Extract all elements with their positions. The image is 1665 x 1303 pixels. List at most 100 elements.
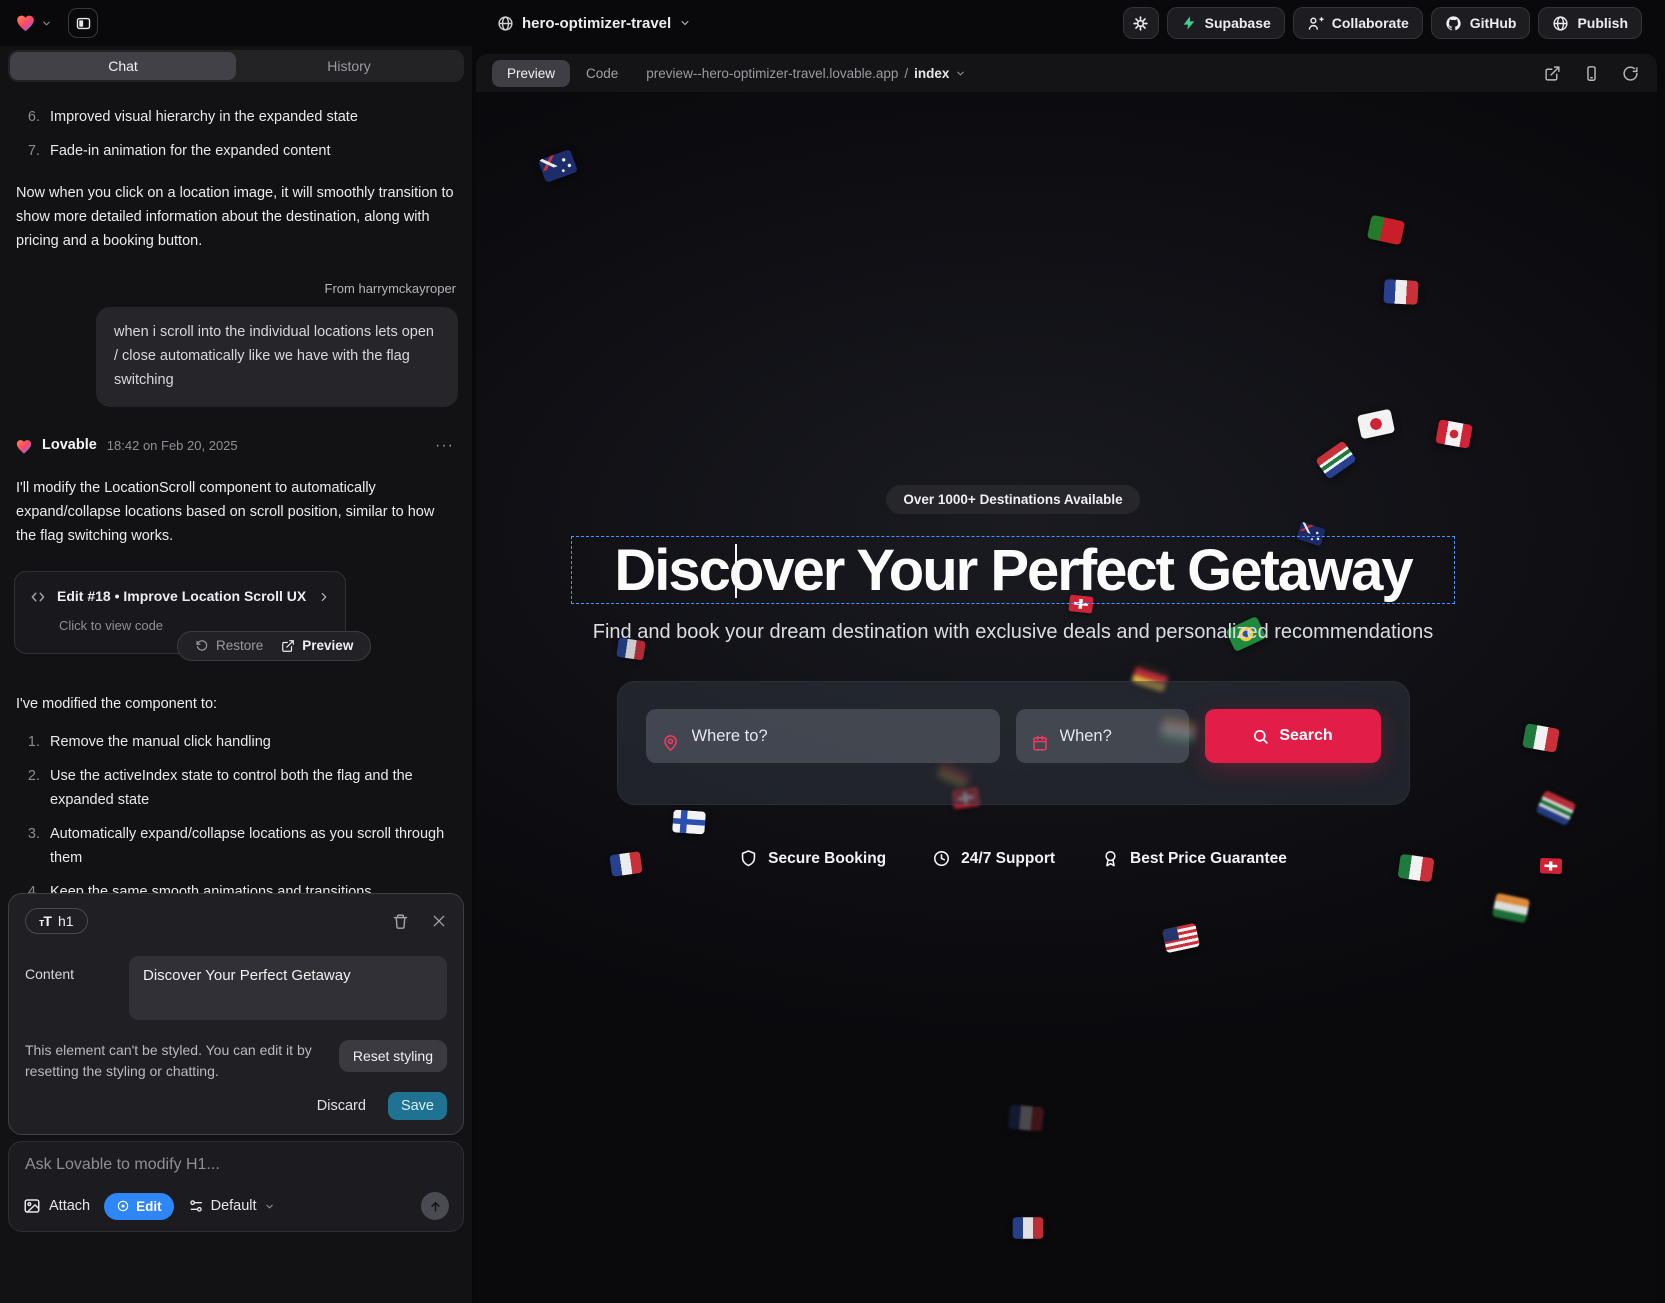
lovable-heart-icon: [14, 12, 37, 34]
flag-ch-icon: [1540, 858, 1563, 874]
top-bar-actions: Supabase Collaborate GitHub Publish: [1123, 7, 1642, 39]
assistant-header: Lovable 18:42 on Feb 20, 2025 ···: [14, 433, 458, 459]
assistant-paragraph: Now when you click on a location image, …: [16, 182, 456, 254]
list-item: 1.Remove the manual click handling: [22, 731, 458, 755]
chat-transcript: 6. Improved visual hierarchy in the expa…: [0, 86, 472, 936]
preview-url[interactable]: preview--hero-optimizer-travel.lovable.a…: [646, 66, 966, 81]
flag-fr-icon: [1008, 1105, 1044, 1132]
element-tag-pill[interactable]: тT h1: [25, 908, 88, 934]
close-editor-button[interactable]: [431, 913, 447, 930]
flag-mx-icon: [1397, 854, 1434, 882]
assistant-name: Lovable: [42, 434, 97, 458]
where-to-input[interactable]: [646, 709, 1000, 763]
destinations-badge: Over 1000+ Destinations Available: [886, 485, 1139, 514]
flag-fr-icon: [609, 851, 642, 877]
award-icon: [1101, 849, 1120, 868]
chevron-down-icon: [679, 17, 691, 29]
message-menu-button[interactable]: ···: [431, 433, 458, 459]
assistant-paragraph: I'll modify the LocationScroll component…: [16, 477, 456, 549]
collaborate-button[interactable]: Collaborate: [1293, 7, 1423, 39]
shield-icon: [739, 849, 758, 868]
clock-icon: [932, 849, 951, 868]
map-pin-icon: [661, 734, 680, 753]
target-icon: [116, 1199, 130, 1213]
text-caret: [735, 544, 737, 598]
mobile-view-button[interactable]: [1583, 65, 1600, 82]
chat-composer: Ask Lovable to modify H1... Attach Edit …: [8, 1141, 464, 1232]
external-link-icon: [281, 639, 295, 653]
user-message-bubble: when i scroll into the individual locati…: [96, 307, 458, 407]
feature-support: 24/7 Support: [932, 849, 1055, 868]
reset-styling-button[interactable]: Reset styling: [339, 1040, 447, 1072]
edit-mode-button[interactable]: Edit: [104, 1193, 174, 1220]
edit-card-wrap: Edit #18 • Improve Location Scroll UX Cl…: [14, 571, 458, 663]
mode-select[interactable]: Default: [188, 1198, 275, 1214]
delete-element-button[interactable]: [392, 913, 409, 930]
hero-title[interactable]: Discover Your Perfect Getaway: [614, 537, 1411, 604]
search-bar: Search: [617, 681, 1410, 805]
user-attribution: From harrymckayroper: [14, 278, 456, 299]
globe-icon: [497, 15, 514, 32]
chevron-down-icon: [264, 1201, 275, 1212]
sidebar-toggle-button[interactable]: [68, 8, 98, 38]
save-button[interactable]: Save: [388, 1092, 447, 1120]
lovable-app-window: hero-optimizer-travel Supabase Collabora…: [0, 0, 1665, 1303]
discard-button[interactable]: Discard: [317, 1098, 366, 1114]
code-icon: [29, 588, 47, 606]
selected-h1-outline[interactable]: Discover Your Perfect Getaway: [571, 536, 1455, 604]
flag-fr-icon: [1013, 1217, 1044, 1239]
list-item: 3.Automatically expand/collapse location…: [22, 823, 458, 871]
preview-version-button[interactable]: Preview: [272, 635, 362, 657]
open-in-new-tab-button[interactable]: [1544, 65, 1561, 82]
chevron-right-icon: [317, 590, 331, 604]
feature-secure-booking: Secure Booking: [739, 849, 886, 868]
calendar-icon: [1031, 734, 1049, 752]
send-button[interactable]: [421, 1192, 449, 1220]
top-bar-left: [14, 8, 98, 38]
settings-button[interactable]: [1123, 7, 1159, 39]
chevron-down-icon: [41, 18, 52, 29]
preview-toolbar: Preview Code preview--hero-optimizer-tra…: [476, 54, 1657, 92]
version-actions-pill: Restore Preview: [177, 631, 371, 661]
flag-fi-icon: [672, 810, 706, 835]
list-item: 2.Use the activeIndex state to control b…: [22, 765, 458, 813]
users-icon: [1307, 15, 1324, 32]
lovable-logo-menu[interactable]: [14, 12, 52, 34]
rotate-ccw-icon: [195, 639, 209, 653]
search-button[interactable]: Search: [1205, 709, 1381, 763]
github-button[interactable]: GitHub: [1431, 7, 1531, 39]
feature-best-price: Best Price Guarantee: [1101, 849, 1287, 868]
restore-button[interactable]: Restore: [186, 635, 272, 657]
project-name: hero-optimizer-travel: [522, 15, 671, 32]
publish-button[interactable]: Publish: [1538, 7, 1642, 39]
assistant-paragraph: I've modified the component to:: [16, 693, 456, 717]
typography-icon: тT: [39, 913, 51, 929]
supabase-icon: [1181, 15, 1197, 31]
chevron-down-icon: [955, 68, 966, 79]
tab-chat[interactable]: Chat: [10, 52, 236, 80]
feature-list: Secure Booking 24/7 Support Best Price G…: [739, 849, 1287, 868]
supabase-button[interactable]: Supabase: [1167, 7, 1285, 39]
flag-fr-icon: [1383, 279, 1418, 305]
preview-panel: Preview Code preview--hero-optimizer-tra…: [476, 54, 1657, 1303]
attach-button[interactable]: Attach: [23, 1197, 90, 1215]
github-icon: [1445, 15, 1462, 32]
element-tag-label: h1: [58, 913, 74, 929]
refresh-button[interactable]: [1622, 65, 1639, 82]
content-label: Content: [25, 956, 129, 1020]
composer-input[interactable]: Ask Lovable to modify H1...: [25, 1156, 447, 1174]
styling-note: This element can't be styled. You can ed…: [25, 1040, 325, 1082]
element-content-input[interactable]: Discover Your Perfect Getaway: [129, 956, 447, 1020]
tab-preview[interactable]: Preview: [492, 60, 570, 87]
tab-history[interactable]: History: [236, 52, 462, 80]
message-timestamp: 18:42 on Feb 20, 2025: [107, 435, 238, 456]
tab-code[interactable]: Code: [586, 66, 618, 81]
edit-card-title: Edit #18 • Improve Location Scroll UX: [57, 585, 307, 608]
search-icon: [1252, 728, 1269, 745]
panel-left-icon: [75, 15, 92, 32]
project-switcher[interactable]: hero-optimizer-travel: [497, 0, 691, 46]
lovable-heart-icon: [14, 437, 34, 456]
site-viewport: Over 1000+ Destinations Available Discov…: [476, 92, 1657, 1303]
arrow-up-icon: [428, 1199, 443, 1214]
globe-icon: [1552, 15, 1569, 32]
